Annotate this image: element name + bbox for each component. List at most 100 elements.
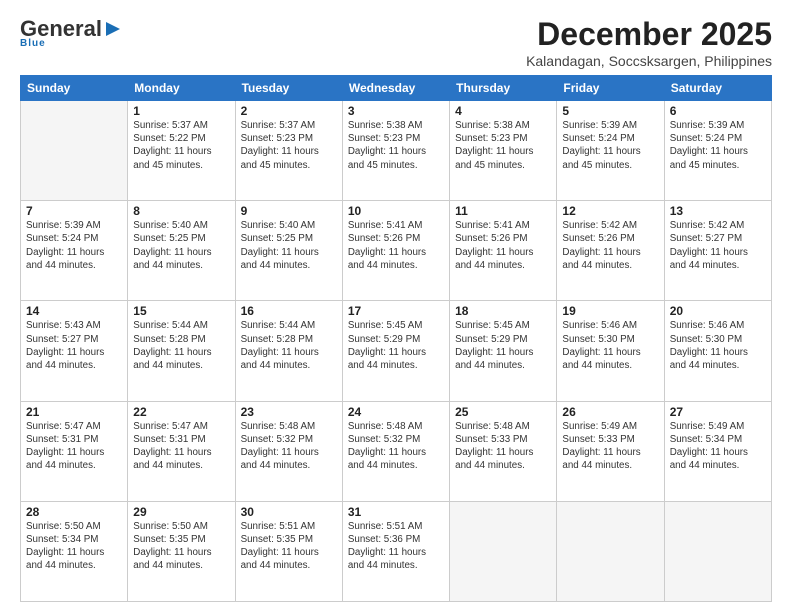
calendar-cell: 21Sunrise: 5:47 AMSunset: 5:31 PMDayligh… [21,401,128,501]
day-number: 8 [133,204,229,218]
calendar-cell: 29Sunrise: 5:50 AMSunset: 5:35 PMDayligh… [128,501,235,601]
day-number: 5 [562,104,658,118]
day-detail: Sunrise: 5:39 AMSunset: 5:24 PMDaylight:… [670,119,766,172]
calendar-table: Sunday Monday Tuesday Wednesday Thursday… [20,75,772,602]
day-number: 3 [348,104,444,118]
calendar-week-row: 28Sunrise: 5:50 AMSunset: 5:34 PMDayligh… [21,501,772,601]
day-number: 2 [241,104,337,118]
day-number: 16 [241,304,337,318]
col-monday: Monday [128,76,235,101]
calendar-cell: 18Sunrise: 5:45 AMSunset: 5:29 PMDayligh… [450,301,557,401]
day-number: 28 [26,505,122,519]
logo-arrow-icon [104,20,122,38]
logo: General Blue [20,16,122,49]
day-detail: Sunrise: 5:38 AMSunset: 5:23 PMDaylight:… [348,119,444,172]
day-number: 12 [562,204,658,218]
calendar-cell: 9Sunrise: 5:40 AMSunset: 5:25 PMDaylight… [235,201,342,301]
calendar-week-row: 21Sunrise: 5:47 AMSunset: 5:31 PMDayligh… [21,401,772,501]
calendar-cell: 17Sunrise: 5:45 AMSunset: 5:29 PMDayligh… [342,301,449,401]
calendar-cell: 5Sunrise: 5:39 AMSunset: 5:24 PMDaylight… [557,101,664,201]
calendar-cell: 6Sunrise: 5:39 AMSunset: 5:24 PMDaylight… [664,101,771,201]
calendar-cell: 2Sunrise: 5:37 AMSunset: 5:23 PMDaylight… [235,101,342,201]
day-number: 21 [26,405,122,419]
day-detail: Sunrise: 5:40 AMSunset: 5:25 PMDaylight:… [241,219,337,272]
day-detail: Sunrise: 5:49 AMSunset: 5:33 PMDaylight:… [562,420,658,473]
day-detail: Sunrise: 5:47 AMSunset: 5:31 PMDaylight:… [133,420,229,473]
calendar-cell: 15Sunrise: 5:44 AMSunset: 5:28 PMDayligh… [128,301,235,401]
day-number: 9 [241,204,337,218]
calendar-cell: 22Sunrise: 5:47 AMSunset: 5:31 PMDayligh… [128,401,235,501]
calendar-cell: 8Sunrise: 5:40 AMSunset: 5:25 PMDaylight… [128,201,235,301]
day-detail: Sunrise: 5:45 AMSunset: 5:29 PMDaylight:… [455,319,551,372]
calendar-cell [450,501,557,601]
day-number: 18 [455,304,551,318]
day-detail: Sunrise: 5:47 AMSunset: 5:31 PMDaylight:… [26,420,122,473]
calendar-week-row: 14Sunrise: 5:43 AMSunset: 5:27 PMDayligh… [21,301,772,401]
calendar-cell: 10Sunrise: 5:41 AMSunset: 5:26 PMDayligh… [342,201,449,301]
calendar-cell [664,501,771,601]
day-detail: Sunrise: 5:39 AMSunset: 5:24 PMDaylight:… [26,219,122,272]
calendar-week-row: 7Sunrise: 5:39 AMSunset: 5:24 PMDaylight… [21,201,772,301]
day-detail: Sunrise: 5:40 AMSunset: 5:25 PMDaylight:… [133,219,229,272]
calendar-cell: 27Sunrise: 5:49 AMSunset: 5:34 PMDayligh… [664,401,771,501]
day-number: 13 [670,204,766,218]
calendar-cell: 4Sunrise: 5:38 AMSunset: 5:23 PMDaylight… [450,101,557,201]
day-number: 15 [133,304,229,318]
col-thursday: Thursday [450,76,557,101]
col-tuesday: Tuesday [235,76,342,101]
calendar-cell: 1Sunrise: 5:37 AMSunset: 5:22 PMDaylight… [128,101,235,201]
day-detail: Sunrise: 5:42 AMSunset: 5:26 PMDaylight:… [562,219,658,272]
day-detail: Sunrise: 5:38 AMSunset: 5:23 PMDaylight:… [455,119,551,172]
calendar-cell: 28Sunrise: 5:50 AMSunset: 5:34 PMDayligh… [21,501,128,601]
day-detail: Sunrise: 5:48 AMSunset: 5:33 PMDaylight:… [455,420,551,473]
col-friday: Friday [557,76,664,101]
calendar-cell: 19Sunrise: 5:46 AMSunset: 5:30 PMDayligh… [557,301,664,401]
col-wednesday: Wednesday [342,76,449,101]
title-block: December 2025 Kalandagan, Soccsksargen, … [526,16,772,69]
calendar-cell: 12Sunrise: 5:42 AMSunset: 5:26 PMDayligh… [557,201,664,301]
calendar-cell [557,501,664,601]
calendar-cell: 11Sunrise: 5:41 AMSunset: 5:26 PMDayligh… [450,201,557,301]
day-detail: Sunrise: 5:41 AMSunset: 5:26 PMDaylight:… [348,219,444,272]
day-detail: Sunrise: 5:44 AMSunset: 5:28 PMDaylight:… [133,319,229,372]
page-header: General Blue December 2025 Kalandagan, S… [20,16,772,69]
calendar-cell: 23Sunrise: 5:48 AMSunset: 5:32 PMDayligh… [235,401,342,501]
calendar-cell: 25Sunrise: 5:48 AMSunset: 5:33 PMDayligh… [450,401,557,501]
day-detail: Sunrise: 5:50 AMSunset: 5:35 PMDaylight:… [133,520,229,573]
calendar-cell: 24Sunrise: 5:48 AMSunset: 5:32 PMDayligh… [342,401,449,501]
calendar-cell: 7Sunrise: 5:39 AMSunset: 5:24 PMDaylight… [21,201,128,301]
day-number: 20 [670,304,766,318]
day-number: 25 [455,405,551,419]
day-detail: Sunrise: 5:51 AMSunset: 5:35 PMDaylight:… [241,520,337,573]
day-detail: Sunrise: 5:44 AMSunset: 5:28 PMDaylight:… [241,319,337,372]
day-number: 26 [562,405,658,419]
day-number: 17 [348,304,444,318]
location-subtitle: Kalandagan, Soccsksargen, Philippines [526,53,772,69]
day-detail: Sunrise: 5:48 AMSunset: 5:32 PMDaylight:… [241,420,337,473]
day-number: 22 [133,405,229,419]
day-number: 7 [26,204,122,218]
day-detail: Sunrise: 5:49 AMSunset: 5:34 PMDaylight:… [670,420,766,473]
day-detail: Sunrise: 5:41 AMSunset: 5:26 PMDaylight:… [455,219,551,272]
calendar-cell [21,101,128,201]
calendar-week-row: 1Sunrise: 5:37 AMSunset: 5:22 PMDaylight… [21,101,772,201]
day-detail: Sunrise: 5:37 AMSunset: 5:22 PMDaylight:… [133,119,229,172]
day-detail: Sunrise: 5:43 AMSunset: 5:27 PMDaylight:… [26,319,122,372]
day-detail: Sunrise: 5:50 AMSunset: 5:34 PMDaylight:… [26,520,122,573]
day-detail: Sunrise: 5:48 AMSunset: 5:32 PMDaylight:… [348,420,444,473]
day-number: 29 [133,505,229,519]
day-number: 19 [562,304,658,318]
day-number: 6 [670,104,766,118]
col-saturday: Saturday [664,76,771,101]
day-number: 14 [26,304,122,318]
calendar-cell: 26Sunrise: 5:49 AMSunset: 5:33 PMDayligh… [557,401,664,501]
day-detail: Sunrise: 5:46 AMSunset: 5:30 PMDaylight:… [670,319,766,372]
calendar-cell: 14Sunrise: 5:43 AMSunset: 5:27 PMDayligh… [21,301,128,401]
day-detail: Sunrise: 5:37 AMSunset: 5:23 PMDaylight:… [241,119,337,172]
day-number: 24 [348,405,444,419]
day-number: 30 [241,505,337,519]
calendar-cell: 3Sunrise: 5:38 AMSunset: 5:23 PMDaylight… [342,101,449,201]
col-sunday: Sunday [21,76,128,101]
calendar-cell: 13Sunrise: 5:42 AMSunset: 5:27 PMDayligh… [664,201,771,301]
calendar-cell: 20Sunrise: 5:46 AMSunset: 5:30 PMDayligh… [664,301,771,401]
